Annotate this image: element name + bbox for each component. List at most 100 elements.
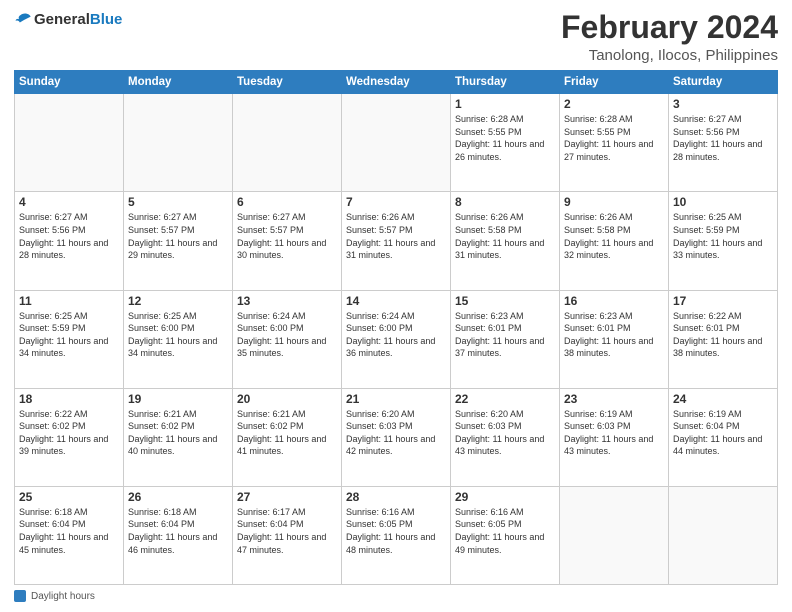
calendar-title: February 2024: [561, 10, 778, 45]
calendar-table: Sunday Monday Tuesday Wednesday Thursday…: [14, 70, 778, 585]
day-number: 13: [237, 294, 337, 308]
table-row: 3 Sunrise: 6:27 AM Sunset: 5:56 PM Daylig…: [669, 94, 778, 192]
day-number: 3: [673, 97, 773, 111]
day-number: 8: [455, 195, 555, 209]
table-row: 8Sunrise: 6:26 AM Sunset: 5:58 PM Daylig…: [451, 192, 560, 290]
day-info: Sunrise: 6:16 AM Sunset: 6:05 PM Dayligh…: [455, 506, 555, 556]
day-number: 18: [19, 392, 119, 406]
day-number: 23: [564, 392, 664, 406]
day-info: Sunrise: 6:19 AM Sunset: 6:03 PM Dayligh…: [564, 408, 664, 458]
footer: Daylight hours: [14, 590, 778, 602]
day-number: 9: [564, 195, 664, 209]
day-number: 25: [19, 490, 119, 504]
calendar-subtitle: Tanolong, Ilocos, Philippines: [561, 47, 778, 64]
day-info: Sunrise: 6:27 AM Sunset: 5:57 PM Dayligh…: [237, 211, 337, 261]
day-info: Sunrise: 6:20 AM Sunset: 6:03 PM Dayligh…: [346, 408, 446, 458]
calendar-week-1: 1 Sunrise: 6:28 AM Sunset: 5:55 PM Daylig…: [15, 94, 778, 192]
day-number: 22: [455, 392, 555, 406]
logo-blue: Blue: [90, 11, 123, 28]
day-number: 11: [19, 294, 119, 308]
day-info: Sunrise: 6:20 AM Sunset: 6:03 PM Dayligh…: [455, 408, 555, 458]
day-info: Sunrise: 6:25 AM Sunset: 5:59 PM Dayligh…: [19, 310, 119, 360]
day-number: 19: [128, 392, 228, 406]
table-row: 28 Sunrise: 6:16 AM Sunset: 6:05 PM Dayli…: [342, 486, 451, 584]
day-number: 15: [455, 294, 555, 308]
day-info: Sunrise: 6:26 AM Sunset: 5:58 PM Dayligh…: [564, 211, 664, 261]
table-row: 9 Sunrise: 6:26 AM Sunset: 5:58 PM Daylig…: [560, 192, 669, 290]
day-info: Sunrise: 6:17 AM Sunset: 6:04 PM Dayligh…: [237, 506, 337, 556]
day-info: Sunrise: 6:27 AM Sunset: 5:56 PM Dayligh…: [673, 113, 773, 163]
table-row: 7 Sunrise: 6:26 AM Sunset: 5:57 PM Daylig…: [342, 192, 451, 290]
table-row: [233, 94, 342, 192]
table-row: 10Sunrise: 6:25 AM Sunset: 5:59 PM Dayli…: [669, 192, 778, 290]
day-info: Sunrise: 6:27 AM Sunset: 5:56 PM Dayligh…: [19, 211, 119, 261]
day-number: 7: [346, 195, 446, 209]
table-row: 23 Sunrise: 6:19 AM Sunset: 6:03 PM Dayli…: [560, 388, 669, 486]
day-info: Sunrise: 6:18 AM Sunset: 6:04 PM Dayligh…: [128, 506, 228, 556]
col-saturday: Saturday: [669, 71, 778, 94]
table-row: [669, 486, 778, 584]
table-row: 26 Sunrise: 6:18 AM Sunset: 6:04 PM Dayli…: [124, 486, 233, 584]
col-monday: Monday: [124, 71, 233, 94]
day-info: Sunrise: 6:27 AM Sunset: 5:57 PM Dayligh…: [128, 211, 228, 261]
day-number: 26: [128, 490, 228, 504]
table-row: 13 Sunrise: 6:24 AM Sunset: 6:00 PM Dayli…: [233, 290, 342, 388]
table-row: 18Sunrise: 6:22 AM Sunset: 6:02 PM Dayli…: [15, 388, 124, 486]
logo-general: General: [34, 11, 90, 28]
day-number: 10: [673, 195, 773, 209]
day-info: Sunrise: 6:24 AM Sunset: 6:00 PM Dayligh…: [346, 310, 446, 360]
table-row: 11 Sunrise: 6:25 AM Sunset: 5:59 PM Dayli…: [15, 290, 124, 388]
day-info: Sunrise: 6:21 AM Sunset: 6:02 PM Dayligh…: [237, 408, 337, 458]
table-row: [560, 486, 669, 584]
calendar-week-3: 11 Sunrise: 6:25 AM Sunset: 5:59 PM Dayli…: [15, 290, 778, 388]
col-tuesday: Tuesday: [233, 71, 342, 94]
table-row: 20Sunrise: 6:21 AM Sunset: 6:02 PM Dayli…: [233, 388, 342, 486]
day-number: 28: [346, 490, 446, 504]
table-row: 5 Sunrise: 6:27 AM Sunset: 5:57 PM Daylig…: [124, 192, 233, 290]
table-row: 29Sunrise: 6:16 AM Sunset: 6:05 PM Dayli…: [451, 486, 560, 584]
footer-label: Daylight hours: [31, 591, 95, 602]
table-row: 22 Sunrise: 6:20 AM Sunset: 6:03 PM Dayli…: [451, 388, 560, 486]
day-number: 2: [564, 97, 664, 111]
day-number: 5: [128, 195, 228, 209]
title-block: February 2024 Tanolong, Ilocos, Philippi…: [561, 10, 778, 64]
table-row: 17 Sunrise: 6:22 AM Sunset: 6:01 PM Dayli…: [669, 290, 778, 388]
header-row: Sunday Monday Tuesday Wednesday Thursday…: [15, 71, 778, 94]
table-row: 14 Sunrise: 6:24 AM Sunset: 6:00 PM Dayli…: [342, 290, 451, 388]
day-info: Sunrise: 6:18 AM Sunset: 6:04 PM Dayligh…: [19, 506, 119, 556]
day-info: Sunrise: 6:21 AM Sunset: 6:02 PM Dayligh…: [128, 408, 228, 458]
day-number: 1: [455, 97, 555, 111]
day-info: Sunrise: 6:16 AM Sunset: 6:05 PM Dayligh…: [346, 506, 446, 556]
day-info: Sunrise: 6:26 AM Sunset: 5:57 PM Dayligh…: [346, 211, 446, 261]
day-number: 14: [346, 294, 446, 308]
day-number: 12: [128, 294, 228, 308]
calendar-week-5: 25 Sunrise: 6:18 AM Sunset: 6:04 PM Dayli…: [15, 486, 778, 584]
table-row: 19 Sunrise: 6:21 AM Sunset: 6:02 PM Dayli…: [124, 388, 233, 486]
table-row: 4 Sunrise: 6:27 AM Sunset: 5:56 PM Daylig…: [15, 192, 124, 290]
day-info: Sunrise: 6:19 AM Sunset: 6:04 PM Dayligh…: [673, 408, 773, 458]
logo-bird-icon: [14, 10, 34, 30]
col-friday: Friday: [560, 71, 669, 94]
day-info: Sunrise: 6:28 AM Sunset: 5:55 PM Dayligh…: [455, 113, 555, 163]
table-row: 15Sunrise: 6:23 AM Sunset: 6:01 PM Dayli…: [451, 290, 560, 388]
logo: GeneralBlue: [14, 10, 122, 30]
day-number: 21: [346, 392, 446, 406]
table-row: 24Sunrise: 6:19 AM Sunset: 6:04 PM Dayli…: [669, 388, 778, 486]
table-row: [342, 94, 451, 192]
table-row: 27 Sunrise: 6:17 AM Sunset: 6:04 PM Dayli…: [233, 486, 342, 584]
day-number: 6: [237, 195, 337, 209]
table-row: 6 Sunrise: 6:27 AM Sunset: 5:57 PM Daylig…: [233, 192, 342, 290]
table-row: [124, 94, 233, 192]
day-number: 27: [237, 490, 337, 504]
page: GeneralBlue February 2024 Tanolong, Iloc…: [0, 0, 792, 612]
day-info: Sunrise: 6:22 AM Sunset: 6:01 PM Dayligh…: [673, 310, 773, 360]
table-row: 12Sunrise: 6:25 AM Sunset: 6:00 PM Dayli…: [124, 290, 233, 388]
table-row: 25 Sunrise: 6:18 AM Sunset: 6:04 PM Dayli…: [15, 486, 124, 584]
day-number: 17: [673, 294, 773, 308]
table-row: 16Sunrise: 6:23 AM Sunset: 6:01 PM Dayli…: [560, 290, 669, 388]
day-info: Sunrise: 6:24 AM Sunset: 6:00 PM Dayligh…: [237, 310, 337, 360]
table-row: 21 Sunrise: 6:20 AM Sunset: 6:03 PM Dayli…: [342, 388, 451, 486]
day-number: 4: [19, 195, 119, 209]
day-info: Sunrise: 6:28 AM Sunset: 5:55 PM Dayligh…: [564, 113, 664, 163]
footer-dot: [14, 590, 26, 602]
